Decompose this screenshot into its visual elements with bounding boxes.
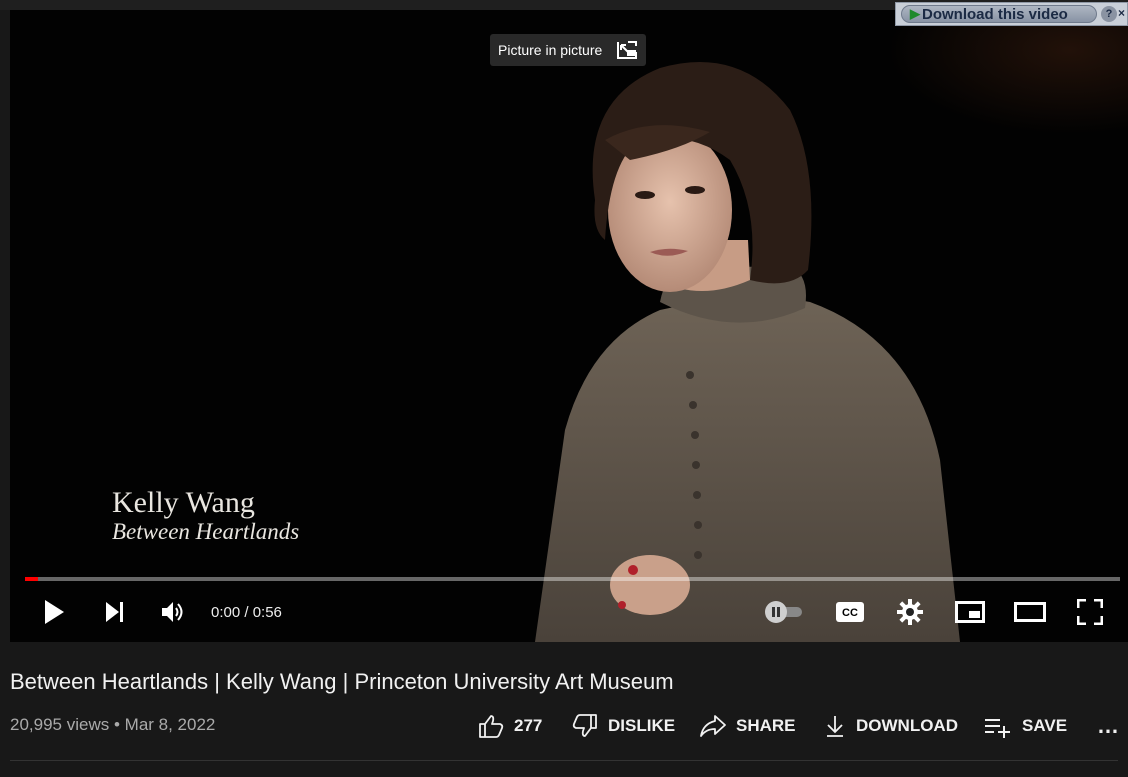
save-button[interactable]: SAVE [984,708,1067,744]
svg-text:CC: CC [842,607,858,619]
speaker-name: Kelly Wang [112,486,255,519]
download-extension-bar: ▶ Download this video ? × [895,2,1128,26]
progress-bar-played [25,577,39,581]
thumbs-up-icon [479,715,504,738]
more-actions-button[interactable]: … [1097,708,1119,744]
progress-bar[interactable] [25,577,1120,581]
green-play-icon: ▶ [910,6,920,21]
share-icon [700,715,726,737]
download-button[interactable]: DOWNLOAD [824,708,958,744]
settings-icon[interactable] [890,590,930,634]
save-label: SAVE [1022,716,1068,735]
dislike-button[interactable]: DISLIKE [572,708,675,744]
download-icon [827,716,843,737]
share-label: SHARE [736,716,796,735]
playlist-add-icon [985,719,1010,738]
subtitles-icon[interactable]: CC [830,590,870,634]
player-controls: 0:00 / 0:56 CC [10,590,1128,634]
program-title: Between Heartlands [112,519,300,544]
next-icon[interactable] [97,590,133,634]
theater-mode-icon[interactable] [1010,590,1050,634]
speaker-figure [535,61,960,642]
more-icon: … [1097,713,1119,738]
video-player[interactable]: Kelly Wang Between Heartlands Picture in… [10,10,1128,642]
picture-in-picture-tooltip: Picture in picture [490,34,647,66]
download-label: DOWNLOAD [856,716,958,735]
like-count: 277 [514,716,543,735]
view-count: 20,995 views [10,715,110,734]
close-icon[interactable]: × [1118,6,1128,22]
miniplayer-icon[interactable] [950,590,990,634]
upload-date: Mar 8, 2022 [124,715,216,734]
share-button[interactable]: SHARE [700,708,796,744]
like-button[interactable]: 277 [478,708,542,744]
picture-in-picture-icon[interactable] [616,40,638,60]
fullscreen-icon[interactable] [1070,590,1110,634]
thumbs-down-icon [572,714,597,737]
video-frame [10,10,1128,642]
video-title: Between Heartlands | Kelly Wang | Prince… [10,669,674,694]
dislike-label: DISLIKE [608,716,676,735]
section-divider [10,760,1118,761]
help-icon[interactable]: ? [1101,6,1117,22]
lower-third-caption: Kelly Wang Between Heartlands [112,486,299,546]
play-icon[interactable] [36,590,72,634]
tooltip-label: Picture in picture [498,42,603,58]
download-video-label: Download this video [922,5,1068,23]
time-display: 0:00 / 0:56 [211,603,282,621]
download-video-button[interactable]: ▶ Download this video [901,5,1097,23]
autoplay-toggle[interactable] [760,590,806,634]
meta-separator: • [113,715,120,734]
volume-icon[interactable] [156,590,192,634]
video-meta: 20,995 views • Mar 8, 2022 [10,715,215,735]
